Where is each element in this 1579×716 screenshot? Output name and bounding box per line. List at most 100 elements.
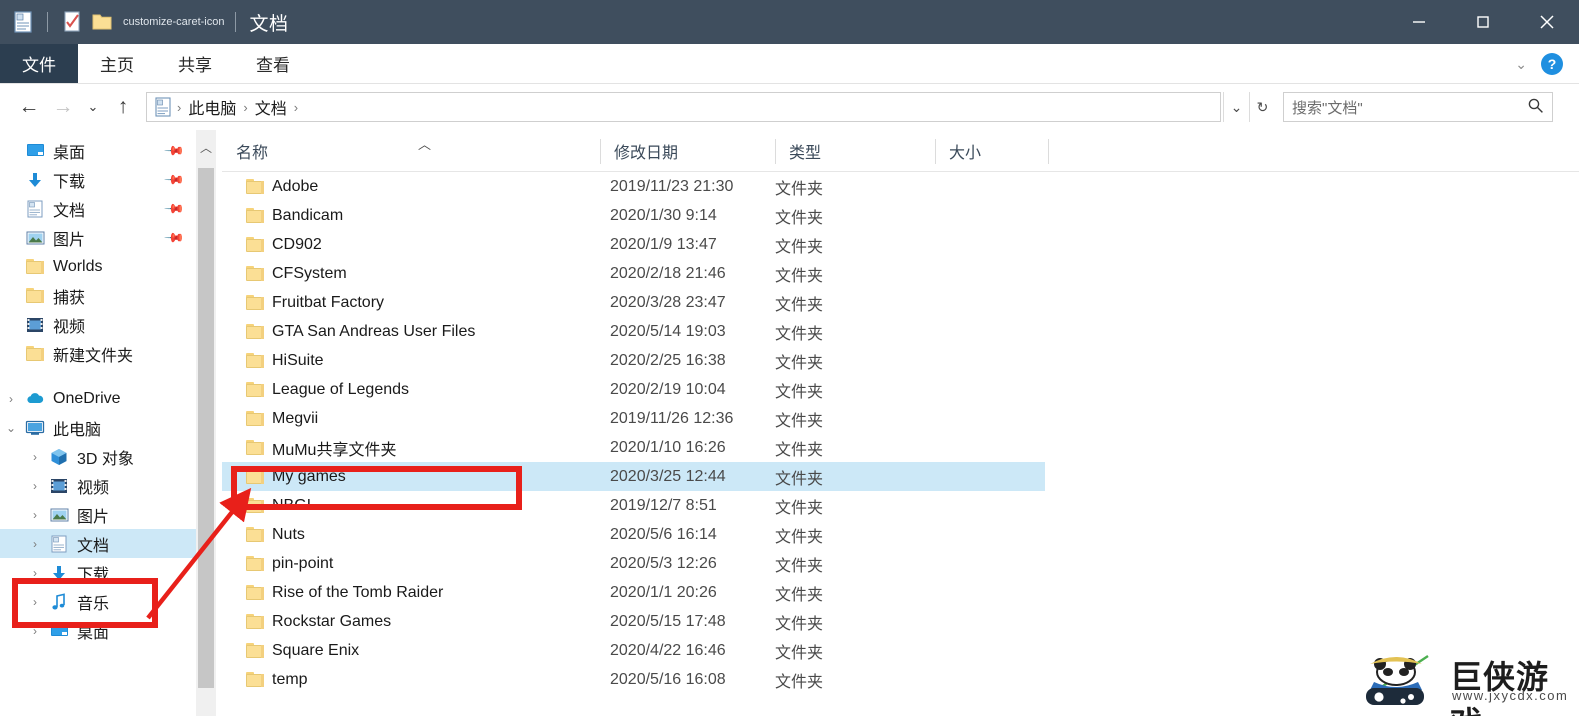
- sidebar-label: 新建文件夹: [53, 347, 134, 365]
- table-row[interactable]: League of Legends 2020/2/19 10:04 文件夹: [222, 375, 1579, 404]
- table-row[interactable]: Rise of the Tomb Raider 2020/1/1 20:26 文件夹: [222, 578, 1579, 607]
- minimize-button[interactable]: [1387, 0, 1451, 44]
- maximize-button[interactable]: [1451, 0, 1515, 44]
- table-row[interactable]: CD902 2020/1/9 13:47 文件夹: [222, 230, 1579, 259]
- expander-icon[interactable]: ›: [24, 508, 46, 522]
- table-row[interactable]: Rockstar Games 2020/5/15 17:48 文件夹: [222, 607, 1579, 636]
- tab-view[interactable]: 查看: [234, 44, 312, 83]
- file-date: 2020/1/30 9:14: [610, 206, 717, 224]
- folder-icon: [246, 265, 264, 282]
- expander-icon[interactable]: ›: [24, 566, 46, 580]
- properties-icon[interactable]: [59, 9, 85, 35]
- table-row[interactable]: Adobe 2019/11/23 21:30 文件夹: [222, 172, 1579, 201]
- sidebar-item-videos[interactable]: 视频: [0, 310, 196, 339]
- pin-icon[interactable]: 📌: [163, 197, 185, 220]
- help-icon[interactable]: ?: [1541, 53, 1563, 75]
- file-date: 2020/5/3 12:26: [610, 554, 717, 572]
- tab-home[interactable]: 主页: [78, 44, 156, 83]
- sidebar-item-this-pc[interactable]: ⌄ 此电脑: [0, 413, 196, 442]
- refresh-icon[interactable]: ↻: [1249, 92, 1275, 122]
- sidebar-item-worlds[interactable]: Worlds: [0, 252, 196, 281]
- table-row[interactable]: pin-point 2020/5/3 12:26 文件夹: [222, 549, 1579, 578]
- desktop-icon: [22, 143, 48, 159]
- expander-icon[interactable]: ›: [24, 595, 46, 609]
- sidebar-item-captures[interactable]: 捕获: [0, 281, 196, 310]
- sidebar-item-new-folder[interactable]: 新建文件夹: [0, 339, 196, 368]
- table-row[interactable]: Fruitbat Factory 2020/3/28 23:47 文件夹: [222, 288, 1579, 317]
- pin-icon[interactable]: 📌: [163, 226, 185, 249]
- expander-icon[interactable]: ›: [24, 450, 46, 464]
- sidebar-label: 图片: [53, 231, 86, 249]
- scrollbar-thumb[interactable]: [198, 168, 214, 688]
- forward-button[interactable]: →: [46, 90, 80, 124]
- table-row[interactable]: Megvii 2019/11/26 12:36 文件夹: [222, 404, 1579, 433]
- documents-icon[interactable]: [10, 9, 36, 35]
- breadcrumb-item-documents[interactable]: 文档: [250, 95, 292, 119]
- table-row[interactable]: Bandicam 2020/1/30 9:14 文件夹: [222, 201, 1579, 230]
- file-type: 文件夹: [775, 296, 824, 314]
- sidebar-item-pictures-pc[interactable]: › 图片: [0, 500, 196, 529]
- tab-share[interactable]: 共享: [156, 44, 234, 83]
- pin-icon[interactable]: 📌: [163, 139, 185, 162]
- sidebar-label: 下载: [77, 566, 110, 584]
- table-row[interactable]: My games 2020/3/25 12:44 文件夹: [222, 462, 1045, 491]
- column-header-type[interactable]: 类型: [775, 130, 935, 172]
- folder-icon: [246, 613, 264, 630]
- column-divider-4[interactable]: [1048, 139, 1049, 164]
- file-type: 文件夹: [775, 644, 824, 662]
- recent-locations-icon[interactable]: ⌄: [80, 90, 106, 124]
- close-button[interactable]: [1515, 0, 1579, 44]
- sidebar-item-documents[interactable]: 文档 📌: [0, 194, 196, 223]
- table-row[interactable]: temp 2020/5/16 16:08 文件夹: [222, 665, 1579, 694]
- column-header-name[interactable]: 名称: [222, 130, 600, 172]
- table-row[interactable]: HiSuite 2020/2/25 16:38 文件夹: [222, 346, 1579, 375]
- sidebar-label: 文档: [77, 537, 110, 555]
- sidebar-item-videos-pc[interactable]: › 视频: [0, 471, 196, 500]
- search-icon[interactable]: [1527, 97, 1544, 118]
- expander-icon[interactable]: ⌄: [0, 421, 22, 435]
- navigation-pane[interactable]: 桌面 📌 下载 📌 文档 📌 图片 📌 Worlds 捕获 视频 新建文件夹 ›…: [0, 130, 196, 716]
- sidebar-item-documents-pc[interactable]: › 文档: [0, 529, 196, 558]
- table-row[interactable]: Nuts 2020/5/6 16:14 文件夹: [222, 520, 1579, 549]
- new-folder-icon[interactable]: [89, 9, 115, 35]
- breadcrumb[interactable]: › 此电脑 › 文档 ›: [146, 92, 1221, 122]
- sidebar-item-pictures[interactable]: 图片 📌: [0, 223, 196, 252]
- downloads-icon: [46, 564, 72, 582]
- table-row[interactable]: MuMu共享文件夹 2020/1/10 16:26 文件夹: [222, 433, 1579, 462]
- table-row[interactable]: GTA San Andreas User Files 2020/5/14 19:0…: [222, 317, 1579, 346]
- address-dropdown-icon[interactable]: ⌄: [1223, 92, 1249, 122]
- sidebar-label: 3D 对象: [77, 450, 134, 468]
- expander-icon[interactable]: ›: [0, 392, 22, 406]
- pin-icon[interactable]: 📌: [163, 168, 185, 191]
- tab-file[interactable]: 文件: [0, 44, 78, 83]
- sidebar-item-desktop[interactable]: 桌面 📌: [0, 136, 196, 165]
- sidebar-item-onedrive[interactable]: › OneDrive: [0, 384, 196, 413]
- column-header-date[interactable]: 修改日期: [600, 130, 775, 172]
- expander-icon[interactable]: ›: [24, 624, 46, 638]
- sidebar-item-downloads[interactable]: 下载 📌: [0, 165, 196, 194]
- expander-icon[interactable]: ›: [24, 479, 46, 493]
- expander-icon[interactable]: ›: [24, 537, 46, 551]
- window-controls: [1387, 0, 1579, 44]
- table-row[interactable]: Square Enix 2020/4/22 16:46 文件夹: [222, 636, 1579, 665]
- breadcrumb-item-this-pc[interactable]: 此电脑: [183, 95, 241, 119]
- back-button[interactable]: ←: [12, 90, 46, 124]
- table-row[interactable]: CFSystem 2020/2/18 21:46 文件夹: [222, 259, 1579, 288]
- customize-caret-icon[interactable]: customize-caret-icon: [123, 16, 224, 28]
- table-row[interactable]: NBGI 2019/12/7 8:51 文件夹: [222, 491, 1579, 520]
- chevron-down-icon[interactable]: ⌄: [1515, 56, 1527, 73]
- search-input[interactable]: 搜索"文档": [1283, 92, 1553, 122]
- up-button[interactable]: ↑: [106, 90, 140, 124]
- sidebar-item-3d-objects[interactable]: › 3D 对象: [0, 442, 196, 471]
- sidebar-item-desktop-pc[interactable]: › 桌面: [0, 616, 196, 645]
- file-date: 2019/11/26 12:36: [610, 409, 734, 427]
- sidebar-label: 文档: [53, 202, 86, 220]
- sidebar-item-downloads-pc[interactable]: › 下载: [0, 558, 196, 587]
- breadcrumb-sep-1: ›: [243, 99, 248, 115]
- sidebar-item-music[interactable]: › 音乐: [0, 587, 196, 616]
- window-title: 文档: [249, 13, 289, 35]
- pictures-icon: [22, 230, 48, 246]
- navigation-scrollbar[interactable]: ︿: [196, 130, 216, 716]
- column-header-size[interactable]: 大小: [935, 130, 1048, 172]
- scroll-up-icon[interactable]: ︿: [196, 130, 216, 164]
